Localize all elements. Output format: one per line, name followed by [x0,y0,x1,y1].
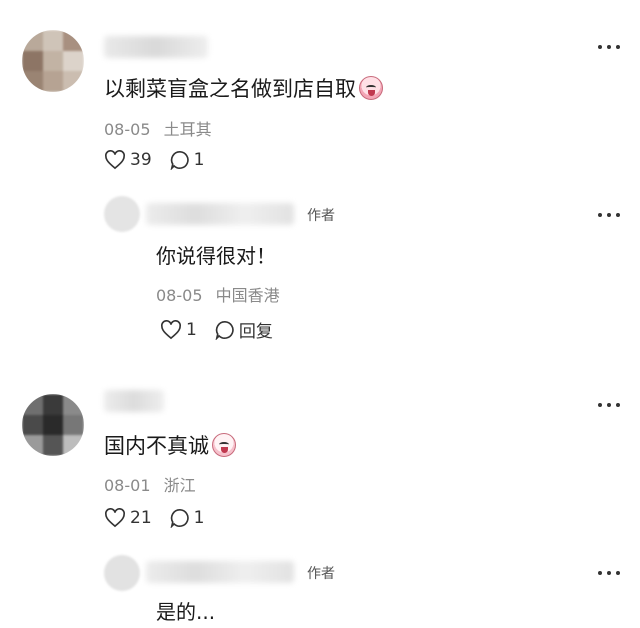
comment-button[interactable]: 1 [170,150,205,170]
username-blurred[interactable] [146,561,294,583]
comment-location: 浙江 [163,476,196,495]
reply-text: 是的... [156,600,216,624]
crying-laugh-emoji-icon [359,76,383,100]
more-dots-icon[interactable] [598,212,620,218]
like-button[interactable]: 21 [104,508,152,528]
like-count: 1 [186,319,197,340]
crying-emoji-icon [212,433,236,457]
reply-count: 1 [193,508,205,528]
username-blurred[interactable] [104,390,164,412]
like-button[interactable]: 39 [104,150,152,170]
comment-meta: 08-01 浙江 [104,472,196,496]
comment-bubble-icon [215,320,234,340]
author-tag: 作者 [307,208,335,224]
more-dots-icon[interactable] [598,402,620,408]
heart-icon [105,508,125,528]
reply-button[interactable]: 回复 [215,317,273,342]
heart-icon [161,319,181,339]
reply-count: 1 [193,150,205,170]
avatar[interactable] [22,30,84,92]
like-count: 39 [130,150,152,170]
comment-button[interactable]: 1 [170,508,205,528]
comment-bubble-icon [170,150,189,170]
username-blurred[interactable] [104,36,208,58]
comment-location: 土耳其 [163,120,212,139]
comment-text: 国内不真诚 [104,430,236,460]
more-dots-icon[interactable] [598,44,620,50]
avatar[interactable] [104,196,140,232]
comment-meta: 08-05 土耳其 [104,116,212,140]
comment-text: 以剩菜盲盒之名做到店自取 [104,73,383,103]
avatar[interactable] [22,394,84,456]
comment-date: 08-05 [104,120,151,139]
reply-date: 08-05 [156,286,203,305]
reply-actions: 1 回复 [160,317,291,342]
like-button[interactable]: 1 [160,320,197,340]
more-dots-icon[interactable] [598,570,620,576]
username-blurred[interactable] [146,203,294,225]
heart-icon [105,150,125,170]
reply-location: 中国香港 [215,286,280,305]
comment-date: 08-01 [104,476,151,495]
avatar[interactable] [104,555,140,591]
like-count: 21 [130,508,152,528]
reply-text: 你说得很对！ [156,244,276,268]
comment-bubble-icon [170,508,189,528]
comment-actions: 39 1 [104,150,222,170]
reply-meta: 08-05 中国香港 [156,282,280,306]
author-tag: 作者 [307,566,335,582]
reply-label: 回复 [238,322,273,342]
comment-actions: 21 1 [104,508,222,528]
